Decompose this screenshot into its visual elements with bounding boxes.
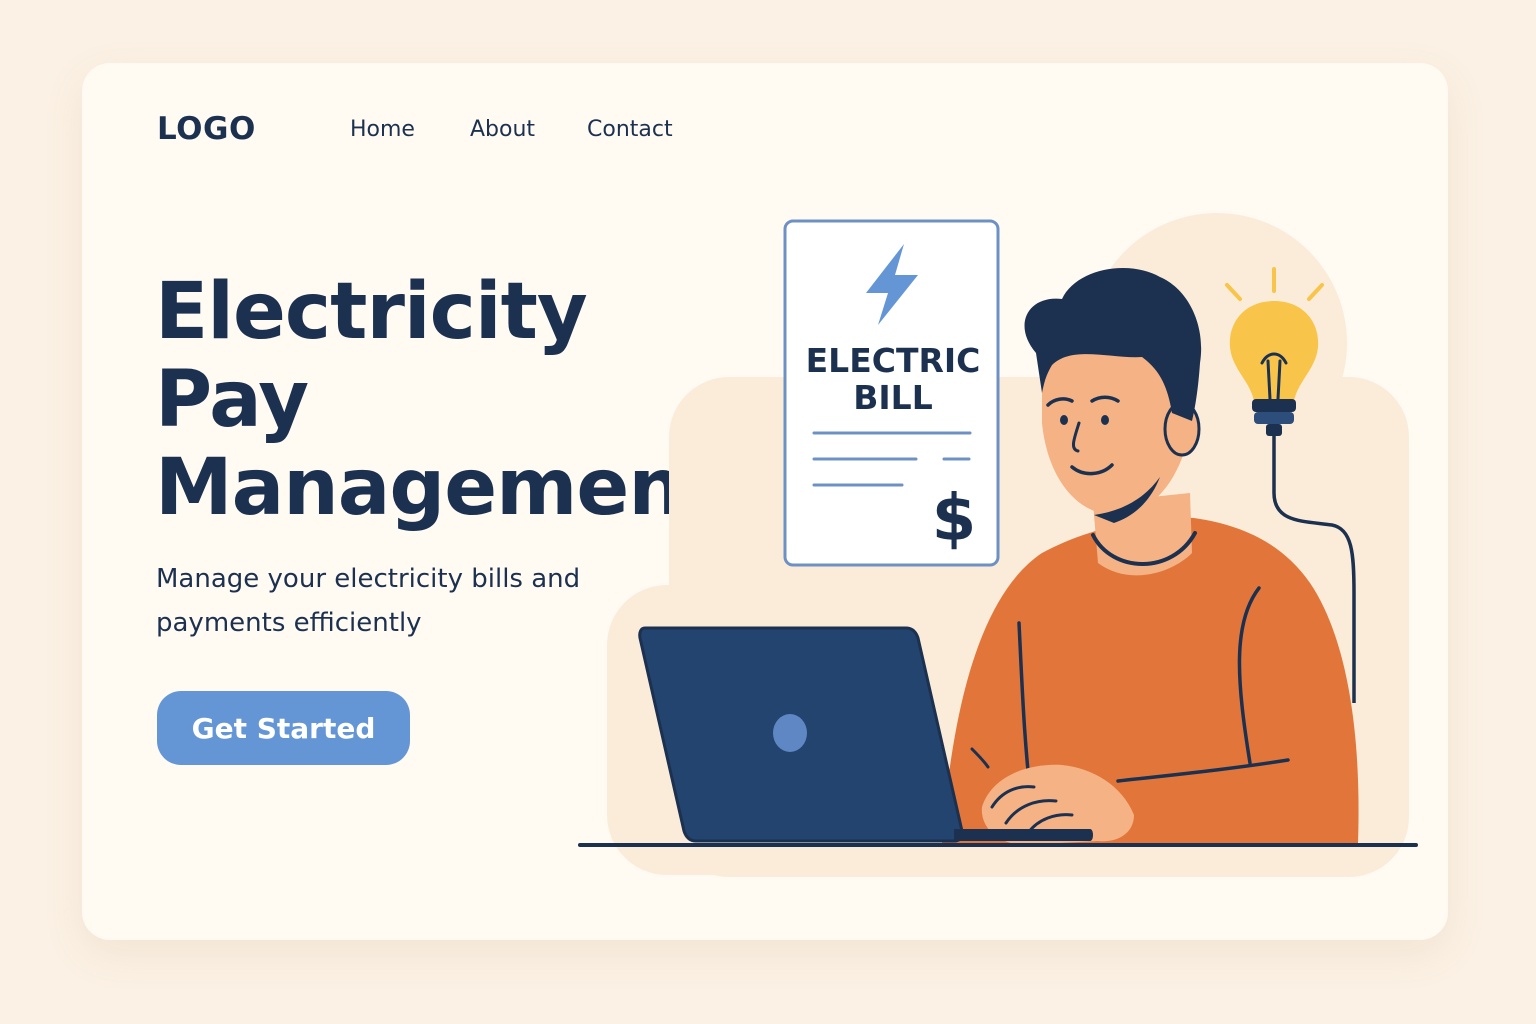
hero-illustration: ELECTRIC BILL $: [578, 213, 1418, 877]
bill-title-line-2: BILL: [853, 378, 933, 417]
landing-card: LOGO Home About Contact Electricity Pay …: [82, 63, 1448, 940]
bill-title-line-1: ELECTRIC: [806, 341, 981, 380]
dollar-icon: $: [932, 482, 977, 556]
electric-bill-card: ELECTRIC BILL $: [783, 219, 1000, 567]
